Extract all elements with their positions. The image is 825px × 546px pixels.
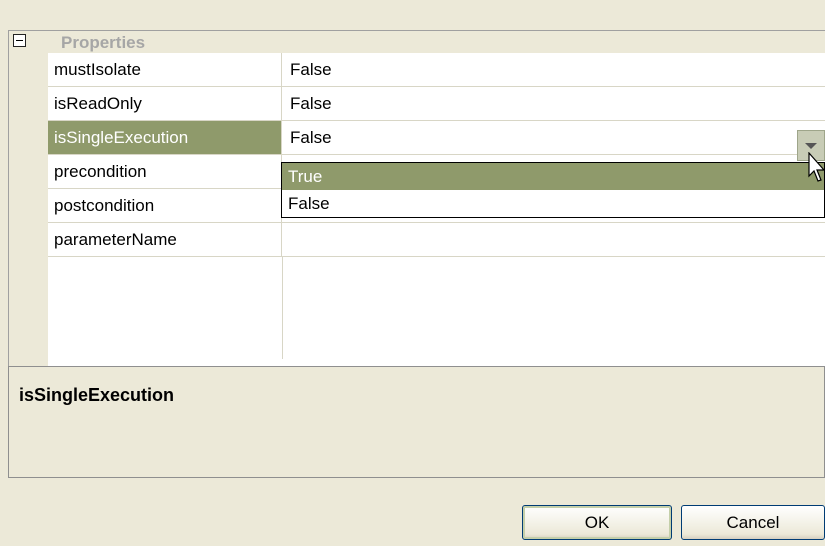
category-header[interactable]: Properties [9, 31, 825, 53]
property-value[interactable]: False [282, 53, 825, 86]
property-name: postcondition [48, 189, 282, 222]
ok-button[interactable]: OK [522, 505, 672, 540]
property-name: parameterName [48, 223, 282, 256]
property-value[interactable] [282, 223, 825, 256]
cancel-button[interactable]: Cancel [681, 505, 825, 540]
property-value[interactable]: False [282, 87, 825, 120]
dropdown-option-true[interactable]: True [282, 163, 824, 190]
property-row-mustisolate[interactable]: mustIsolate False [48, 53, 825, 87]
mouse-pointer-icon [808, 152, 825, 182]
property-name: isReadOnly [48, 87, 282, 120]
value-dropdown-list: True False [281, 162, 825, 218]
minus-box-icon[interactable] [13, 34, 26, 47]
column-divider [282, 257, 283, 359]
description-panel: isSingleExecution [8, 366, 825, 478]
property-name: mustIsolate [48, 53, 282, 86]
property-value-editor[interactable]: False [282, 121, 825, 154]
property-row-isreadonly[interactable]: isReadOnly False [48, 87, 825, 121]
grid-margin-strip [9, 53, 48, 367]
property-name: isSingleExecution [48, 121, 282, 154]
property-row-issingleexecution[interactable]: isSingleExecution False [48, 121, 825, 155]
description-title: isSingleExecution [19, 385, 175, 405]
dropdown-option-false[interactable]: False [282, 190, 824, 217]
property-name: precondition [48, 155, 282, 188]
category-label: Properties [61, 33, 146, 52]
property-row-parametername[interactable]: parameterName [48, 223, 825, 257]
